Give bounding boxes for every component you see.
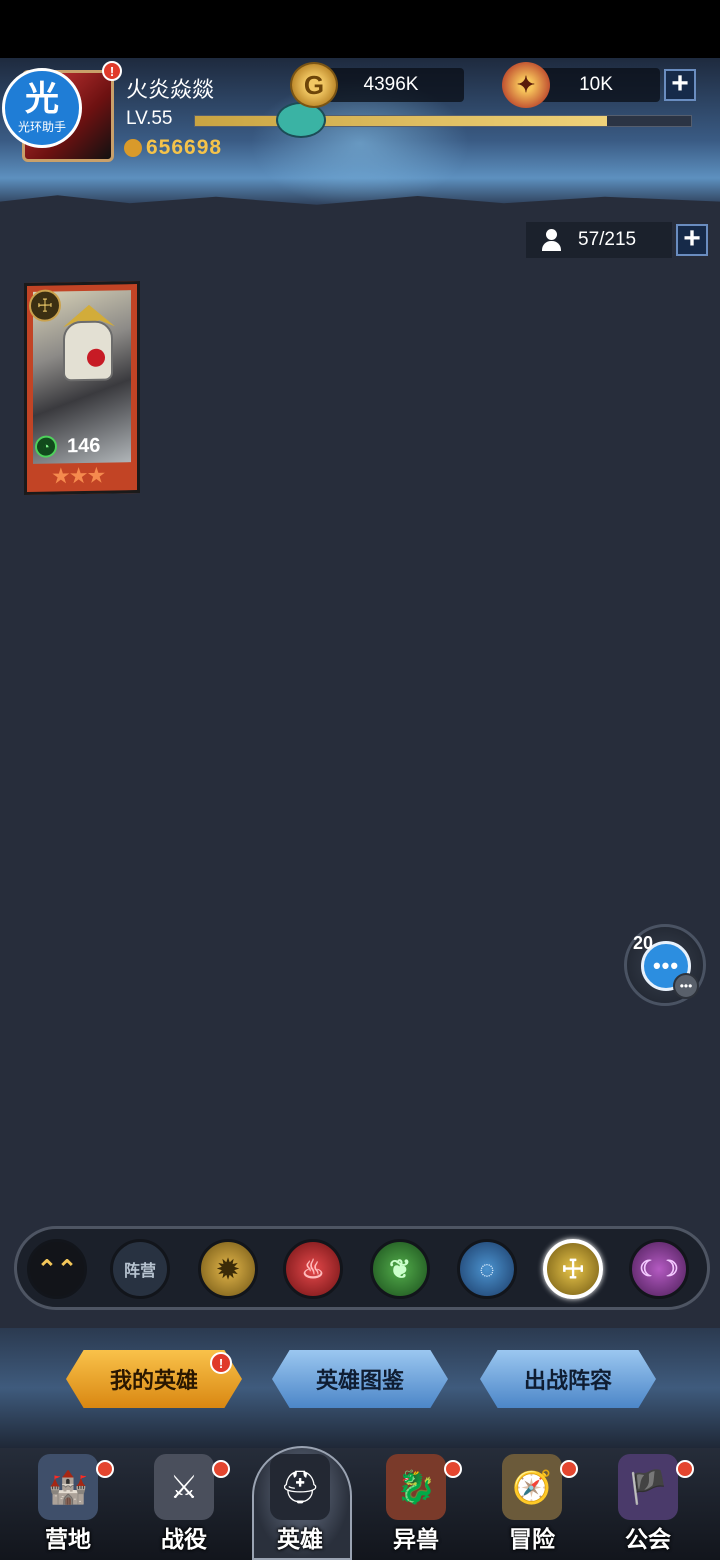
chat-mini-icon: ••• [673,973,699,999]
nav-item-camp[interactable]: 🏰 营地 [10,1448,126,1560]
status-bar [0,0,720,58]
hero-stars: ★★★ [51,462,105,489]
top-header: 光 光环助手 ! 火炎焱燚 LV.55 656698 4396K G 10K ✦… [0,58,720,208]
power-icon [124,139,142,157]
gold-counter: 4396K [318,68,464,102]
nav-label-adventure: 冒险 [509,1526,555,1552]
xp-bar-fill [195,116,607,126]
nav-alert-dot [444,1460,462,1478]
faction-filter-bar: ⌃⌃ 阵营 ✹ ♨ ❦ ◌ ☩ ☾☽ [14,1226,710,1310]
compass-icon: 🧭 [502,1454,562,1520]
xp-bar [194,115,692,127]
nav-item-beasts[interactable]: 🐉 异兽 [358,1448,474,1560]
filter-light-button[interactable]: ✹ [198,1239,258,1299]
nav-alert-dot [560,1460,578,1478]
filter-all-button[interactable]: ⌃⌃ [27,1239,87,1299]
hero-level: 146 [67,434,101,458]
nav-alert-dot [96,1460,114,1478]
crossed-swords-icon: ⚔ [154,1454,214,1520]
nav-label-guild: 公会 [625,1526,671,1552]
battle-lineup-button[interactable]: 出战阵容 [480,1350,656,1408]
helper-badge[interactable]: 光 光环助手 [2,68,82,148]
gold-value: 4396K [363,74,419,95]
avatar-alert-icon: ! [102,61,122,81]
hero-card[interactable]: ☩ ◔ 146 ★★★ [24,280,140,496]
nav-item-guild[interactable]: 🏴 公会 [590,1448,706,1560]
hero-helmet [63,320,113,382]
nav-label-campaign: 战役 [161,1526,207,1552]
player-level: LV.55 [126,108,173,129]
filter-dark-button[interactable]: ☾☽ [629,1239,689,1299]
helper-badge-glyph: 光 [25,79,59,118]
person-icon [540,229,564,251]
knight-helmet-icon: ⛑ [270,1454,330,1520]
gold-coin-icon: G [290,62,338,108]
nav-item-heroes[interactable]: ⛑ 英雄 [242,1448,358,1560]
nav-label-heroes: 英雄 [277,1526,323,1552]
filter-fire-button[interactable]: ♨ [283,1239,343,1299]
filter-holy-button[interactable]: ☩ [543,1239,603,1299]
hero-capacity-value: 57/215 [578,229,637,250]
castle-icon: 🏰 [38,1454,98,1520]
chat-count: 20 [633,933,654,953]
guild-banner-icon: 🏴 [618,1454,678,1520]
gem-value: 10K [579,74,613,95]
nav-alert-dot [212,1460,230,1478]
bottom-nav: 🏰 营地 ⚔ 战役 ⛑ 英雄 🐉 异兽 🧭 冒险 🏴 公会 [0,1446,720,1560]
nav-alert-dot [676,1460,694,1478]
filter-nature-button[interactable]: ❦ [370,1239,430,1299]
filter-camp-button[interactable]: 阵营 [110,1239,170,1299]
power-value: 656698 [146,136,223,159]
gem-counter: 10K [532,68,660,102]
nav-item-campaign[interactable]: ⚔ 战役 [126,1448,242,1560]
hero-capacity: 57/215 [526,222,672,258]
player-name: 火炎焱燚 [126,77,215,102]
nav-item-adventure[interactable]: 🧭 冒险 [474,1448,590,1560]
hero-action-strip: 我的英雄 英雄图鉴 出战阵容 [0,1328,720,1448]
filter-water-button[interactable]: ◌ [457,1239,517,1299]
hero-codex-button[interactable]: 英雄图鉴 [272,1350,448,1408]
nav-label-camp: 营地 [45,1526,91,1552]
nav-label-beasts: 异兽 [393,1526,439,1552]
helper-badge-label: 光环助手 [17,119,66,134]
chat-button[interactable]: ••• 20 ••• [624,924,706,1006]
my-heroes-alert-icon: ! [210,1352,232,1374]
combat-power: 656698 [124,136,222,160]
beast-icon: 🐉 [386,1454,446,1520]
expand-capacity-button[interactable]: + [676,224,708,256]
gem-icon: ✦ [502,62,550,108]
add-gems-button[interactable]: + [664,69,696,101]
